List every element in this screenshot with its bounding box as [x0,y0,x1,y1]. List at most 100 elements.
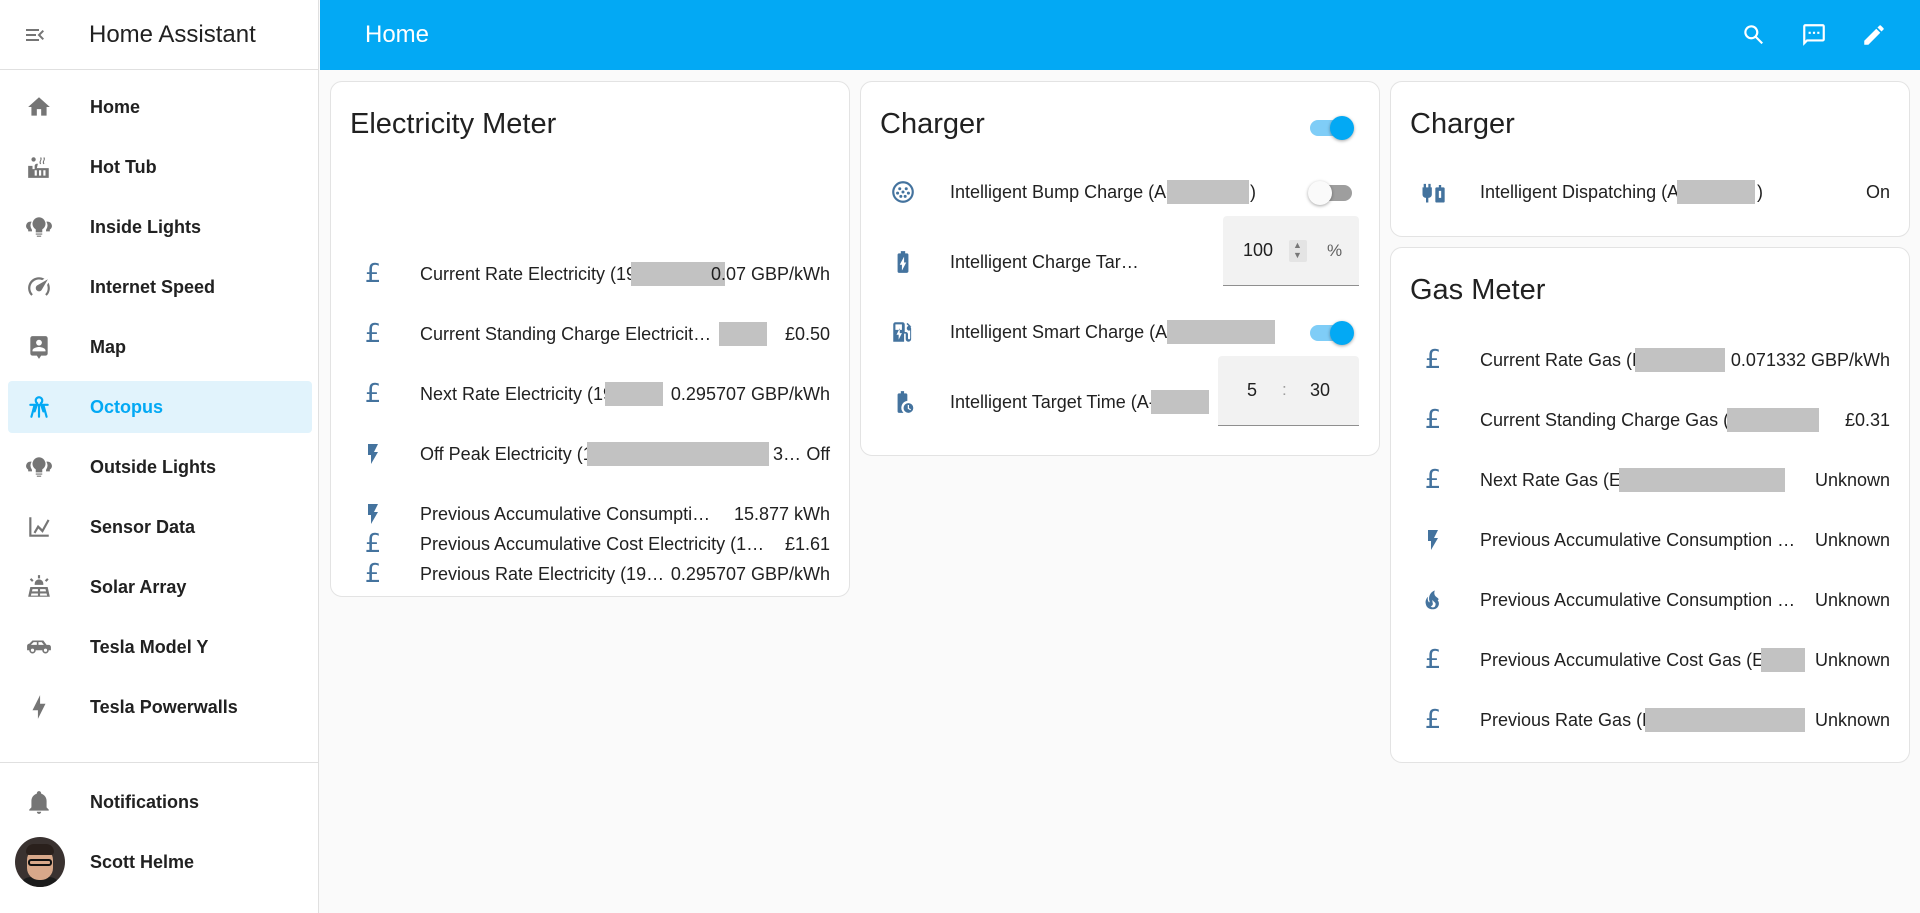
sidebar-header: Home Assistant [0,0,318,70]
entity-row[interactable]: £ Previous Accumulative Cost Gas (E6 Unk… [1391,630,1909,690]
entity-row[interactable]: £ Current Rate Gas (E 0.071332 GBP/kWh [1391,330,1909,390]
redaction [1167,180,1249,204]
app-title: Home Assistant [89,20,256,48]
target-time-input[interactable]: 5 : 30 [1218,356,1359,426]
entity-name: Intelligent Target Time (A- [950,391,1155,412]
entity-name: Previous Accumulative Consumption (k… [1480,529,1800,550]
currency-gbp-icon: £ [364,559,382,589]
entity-name: Intelligent Bump Charge (A- [950,181,1173,202]
entity-row[interactable]: £ Previous Rate Gas (E Unknown [1391,690,1909,750]
sidebar-item-sensor-data[interactable]: Sensor Data [8,501,312,553]
sidebar: Home Assistant Home Hot Tub Inside Light… [0,0,319,913]
lightning-bolt-icon [13,694,65,720]
number-spinner[interactable]: ▲ ▼ [1289,240,1307,262]
entity-state: On [1865,181,1890,202]
car-icon [13,634,65,660]
entity-name-tail: ) [1757,181,1763,202]
entity-state: 0.295707 GBP/kWh [670,563,830,584]
assist-button[interactable] [1784,0,1844,70]
sidebar-item-user[interactable]: Scott Helme [8,836,313,888]
search-icon [1744,25,1763,45]
sidebar-item-label: Octopus [90,396,164,417]
sidebar-item-solar-array[interactable]: Solar Array [8,561,312,613]
sidebar-item-notifications[interactable]: Notifications [8,776,313,828]
entity-row[interactable]: £ Next Rate Gas (E6 Unknown [1391,450,1909,510]
sidebar-item-label: Map [90,336,126,357]
lightbulb-group-icon [13,214,65,240]
entity-row[interactable]: Previous Accumulative Consumption (k… Un… [1391,510,1909,570]
menu-open-icon [26,28,44,41]
speedometer-icon [13,274,65,300]
entity-name-tail: ) [1250,181,1256,202]
currency-gbp-icon: £ [1424,405,1442,435]
hot-tub-icon [13,154,65,180]
app-toolbar: Home [320,0,1920,70]
entity-name: Previous Accumulative Consumption Ga… [1480,589,1800,610]
entity-name: Current Rate Gas (E [1480,349,1645,370]
entity-row: Intelligent Charge Tar… 100 ▲ ▼ % [861,216,1379,292]
edit-dashboard-button[interactable] [1844,0,1904,70]
assist-chat-icon [1803,24,1825,46]
smart-charge-toggle[interactable] [1308,318,1354,346]
entity-row[interactable]: £ Previous Rate Electricity (19L… 0.2957… [331,544,849,604]
sidebar-item-label: Home [90,96,141,117]
entity-row[interactable]: Previous Accumulative Consumption Ga… Un… [1391,570,1909,630]
electricity-meter-rows-extra: £ Previous Accumulative Cost Electricity… [330,81,850,597]
sidebar-item-outside-lights[interactable]: Outside Lights [8,441,312,493]
avatar [14,837,65,887]
time-separator: : [1282,380,1287,399]
sidebar-item-octopus[interactable]: Octopus [8,381,312,433]
target-time-hours[interactable]: 5 [1247,380,1257,401]
entity-name: Previous Rate Electricity (19L… [420,563,670,584]
sidebar-divider [0,762,319,763]
entity-name: Intelligent Dispatching (A [1480,181,1680,202]
sidebar-item-inside-lights[interactable]: Inside Lights [8,201,312,253]
entity-row[interactable]: £ Current Standing Charge Gas (E £0.31 [1391,390,1909,450]
lightbulb-group-icon [13,454,65,480]
charger-header-toggle[interactable] [1308,113,1354,141]
currency-gbp-icon: £ [1424,345,1442,375]
gas-meter-card: Gas Meter £ Current Rate Gas (E 0.071332… [1390,247,1910,763]
pencil-icon [1864,25,1884,45]
entity-name: Intelligent Charge Tar… [950,251,1139,272]
entity-row[interactable]: Intelligent Dispatching (A ) On [1391,162,1909,222]
sidebar-footer: Notifications Scott Helme [0,776,319,896]
entity-state: £0.31 [1844,409,1890,430]
avatar-wrapper [13,837,65,887]
target-time-minutes[interactable]: 30 [1310,380,1330,401]
map-account-icon [13,334,65,360]
redaction [1167,320,1275,344]
octopus-icon [13,394,65,420]
entity-state: Unknown [1814,589,1890,610]
sidebar-item-label: Tesla Model Y [90,636,209,657]
charge-target-value: 100 [1243,240,1274,260]
entity-name: Intelligent Smart Charge (A- [950,321,1174,342]
bell-icon [13,789,65,815]
sidebar-item-label: Outside Lights [90,456,216,477]
sidebar-item-tesla-model-y[interactable]: Tesla Model Y [8,621,312,673]
entity-name: Previous Accumulative Cost Gas (E6 [1480,649,1775,670]
toolbar-actions [1724,0,1904,70]
menu-toggle-button[interactable] [0,0,70,70]
redaction [1619,468,1785,492]
entity-row: Intelligent Bump Charge (A- ) [861,162,1379,222]
home-icon [13,94,65,120]
entity-name: Previous Rate Gas (E [1480,709,1655,730]
redaction [1761,648,1805,672]
sidebar-item-home[interactable]: Home [8,81,312,133]
entity-row: Intelligent Smart Charge (A- [861,302,1379,362]
ev-plug-type2-icon [883,172,923,212]
sidebar-item-map[interactable]: Map [8,321,312,373]
solar-panel-icon [13,574,65,600]
sidebar-item-tesla-powerwalls[interactable]: Tesla Powerwalls [8,681,312,733]
currency-gbp-icon: £ [1424,705,1442,735]
sidebar-item-hot-tub[interactable]: Hot Tub [8,141,312,193]
entity-state: Unknown [1814,469,1890,490]
charge-target-unit: % [1327,241,1343,260]
search-button[interactable] [1724,0,1784,70]
power-plug-battery-icon [1413,172,1453,212]
charge-target-input[interactable]: 100 ▲ ▼ % [1223,216,1359,286]
bump-charge-toggle[interactable] [1308,178,1354,206]
sidebar-item-label: Solar Array [90,576,187,597]
sidebar-item-internet-speed[interactable]: Internet Speed [8,261,312,313]
